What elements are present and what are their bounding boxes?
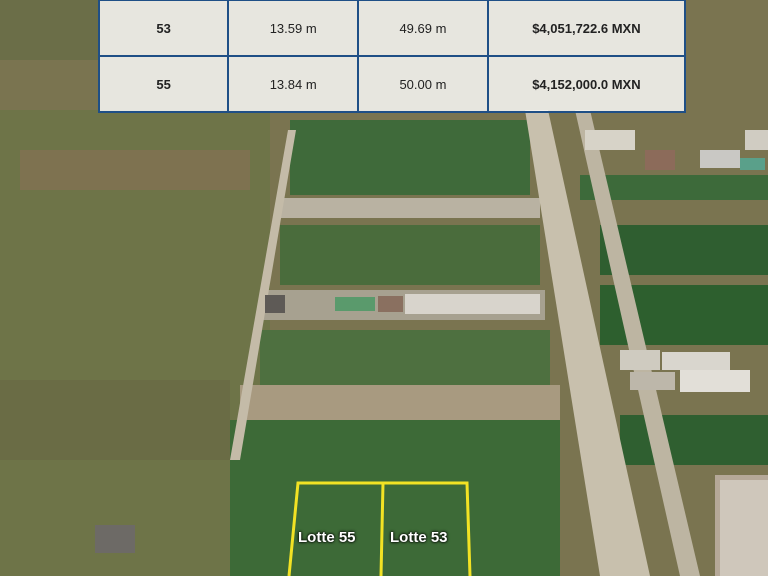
table-row: 53 13.59 m 49.69 m $4,051,722.6 MXN [97,0,687,57]
lots-table: 53 13.59 m 49.69 m $4,051,722.6 MXN 55 1… [97,0,687,113]
price-cell: $4,152,000.0 MXN [486,55,687,113]
lot-number-cell: 53 [97,0,230,57]
front-cell: 13.84 m [227,55,360,113]
depth-cell: 49.69 m [357,0,489,57]
lot-55-label: Lotte 55 [298,529,356,546]
price-cell: $4,051,722.6 MXN [486,0,687,57]
front-cell: 13.59 m [227,0,360,57]
table-row: 55 13.84 m 50.00 m $4,152,000.0 MXN [97,55,687,113]
lot-53-label: Lotte 53 [390,529,448,546]
depth-cell: 50.00 m [357,55,489,113]
lot-number-cell: 55 [97,55,230,113]
